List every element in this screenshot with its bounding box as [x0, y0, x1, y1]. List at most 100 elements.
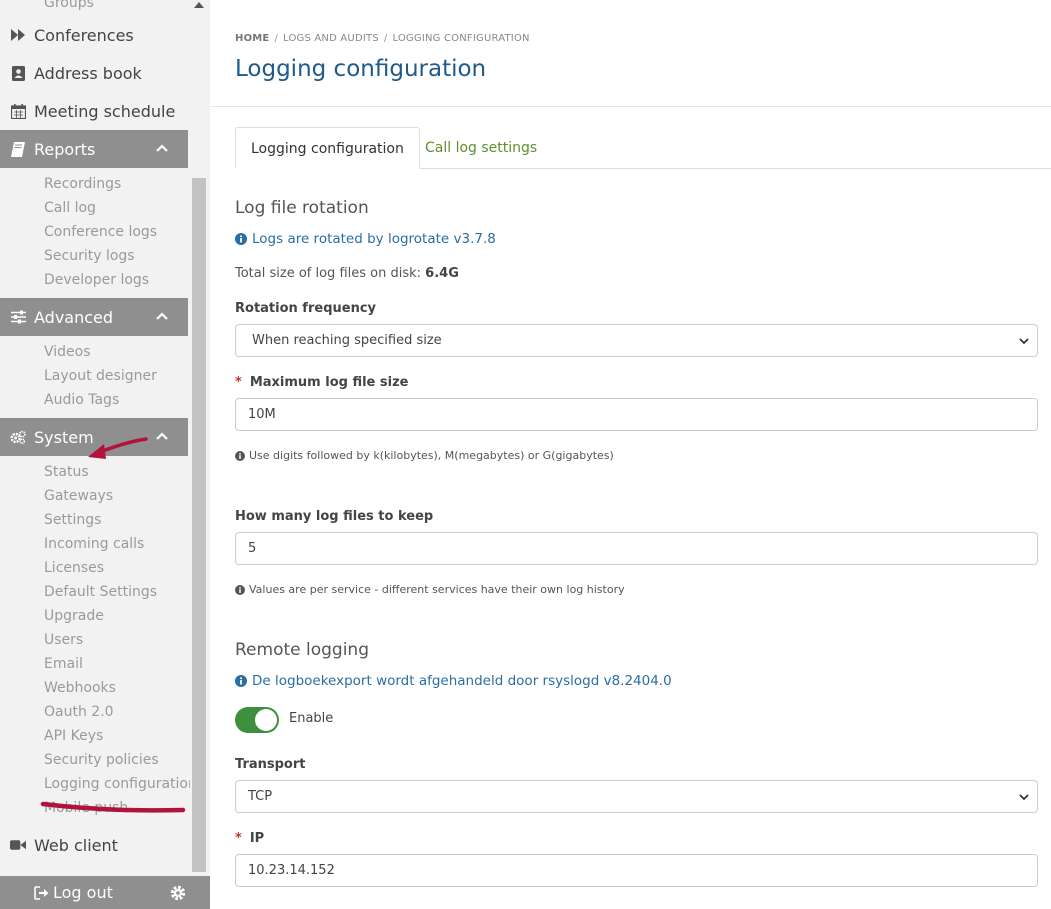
book-icon	[10, 141, 26, 157]
sidebar-item-label: Address book	[34, 63, 142, 83]
calendar-icon	[10, 103, 26, 119]
system-submenu: Status Gateways Settings Incoming calls …	[0, 456, 197, 826]
sidebar-section-label: System	[34, 427, 94, 447]
rsyslog-info-link[interactable]: De logboekexport wordt afgehandeld door …	[235, 673, 672, 689]
logout-bar: Log out	[0, 876, 210, 909]
log-files-keep-input[interactable]: 5	[235, 532, 1038, 565]
max-log-size-label-text: Maximum log file size	[249, 375, 409, 390]
chevron-up-icon	[156, 312, 168, 320]
transport-value: TCP	[248, 789, 273, 804]
scroll-up-arrow-icon[interactable]	[194, 0, 204, 10]
sidebar-item-meeting-schedule[interactable]: Meeting schedule	[0, 92, 188, 130]
info-circle-icon	[235, 675, 247, 687]
section-title-remote-logging: Remote logging	[235, 640, 369, 660]
logout-label: Log out	[53, 883, 113, 902]
sidebar-item-label: Meeting schedule	[34, 101, 176, 121]
tab-call-log-settings[interactable]: Call log settings	[410, 127, 552, 169]
ip-label-text: IP	[249, 831, 265, 846]
sidebar-item-upgrade[interactable]: Upgrade	[0, 604, 188, 628]
sidebar-section-advanced[interactable]: Advanced	[0, 298, 188, 336]
chevron-up-icon	[156, 144, 168, 152]
breadcrumb-logs-and-audits[interactable]: LOGS AND AUDITS	[283, 33, 379, 44]
remote-logging-toggle[interactable]	[235, 707, 279, 733]
advanced-submenu: Videos Layout designer Audio Tags	[0, 336, 188, 418]
sidebar-item-settings[interactable]: Settings	[0, 508, 188, 532]
sidebar-nav: Groups Conferences Address book Meeting …	[0, 0, 197, 864]
max-log-size-label: * Maximum log file size	[235, 375, 408, 390]
toggle-knob	[255, 709, 277, 731]
sidebar-item-users[interactable]: Users	[0, 628, 188, 652]
sidebar-item-security-policies[interactable]: Security policies	[0, 748, 188, 772]
sidebar-item-api-keys[interactable]: API Keys	[0, 724, 188, 748]
tab-bar: Logging configuration Call log settings	[235, 127, 1051, 169]
sidebar-item-licenses[interactable]: Licenses	[0, 556, 188, 580]
sidebar-item-layout-designer[interactable]: Layout designer	[0, 364, 188, 388]
logrotate-info-text: Logs are rotated by logrotate v3.7.8	[252, 231, 496, 247]
transport-label: Transport	[235, 757, 306, 772]
logout-button[interactable]: Log out	[34, 883, 113, 902]
breadcrumb: HOME / LOGS AND AUDITS / LOGGING CONFIGURATI…	[235, 33, 530, 44]
annotation-arrow	[88, 437, 148, 459]
sign-out-icon	[34, 885, 49, 900]
sidebar-section-label: Reports	[34, 139, 96, 159]
total-size-value: 6.4G	[425, 266, 459, 281]
rsyslog-info-text: De logboekexport wordt afgehandeld door …	[252, 673, 672, 689]
video-camera-icon	[10, 837, 26, 853]
max-log-size-input[interactable]: 10M	[235, 398, 1038, 431]
max-log-size-help-text: Use digits followed by k(kilobytes), M(m…	[249, 449, 614, 462]
sidebar-item-label: Conferences	[34, 25, 134, 45]
log-files-keep-help: Values are per service - different servi…	[235, 583, 625, 596]
sidebar-item-oauth[interactable]: Oauth 2.0	[0, 700, 188, 724]
rotation-frequency-label: Rotation frequency	[235, 301, 377, 316]
sidebar-item-gateways[interactable]: Gateways	[0, 484, 188, 508]
info-circle-icon	[235, 450, 245, 461]
sidebar-item-security-logs[interactable]: Security logs	[0, 244, 188, 268]
sidebar-item-logging-configuration[interactable]: Logging configuration	[0, 772, 197, 796]
ip-input[interactable]: 10.23.14.152	[235, 854, 1038, 887]
sidebar-item-incoming-calls[interactable]: Incoming calls	[0, 532, 188, 556]
breadcrumb-current: LOGGING CONFIGURATION	[392, 33, 530, 44]
logrotate-info-link[interactable]: Logs are rotated by logrotate v3.7.8	[235, 231, 496, 247]
forward-icon	[10, 27, 26, 43]
sidebar-item-webhooks[interactable]: Webhooks	[0, 676, 188, 700]
sidebar-item-email[interactable]: Email	[0, 652, 188, 676]
chevron-down-icon	[1019, 338, 1029, 345]
gear-icon[interactable]	[170, 885, 186, 901]
address-book-icon	[10, 65, 26, 81]
sidebar-item-audio-tags[interactable]: Audio Tags	[0, 388, 188, 412]
sidebar-item-default-settings[interactable]: Default Settings	[0, 580, 188, 604]
rotation-frequency-value: When reaching specified size	[252, 333, 442, 348]
log-files-keep-help-text: Values are per service - different servi…	[249, 583, 625, 596]
sidebar-item-developer-logs[interactable]: Developer logs	[0, 268, 188, 292]
sidebar-item-call-log[interactable]: Call log	[0, 196, 188, 220]
sidebar-item-label: Web client	[34, 835, 118, 855]
breadcrumb-separator: /	[274, 33, 279, 44]
transport-select[interactable]: TCP	[235, 780, 1038, 813]
sidebar-item-conference-logs[interactable]: Conference logs	[0, 220, 188, 244]
max-log-size-help: Use digits followed by k(kilobytes), M(m…	[235, 449, 614, 462]
gears-icon	[10, 429, 26, 445]
log-files-keep-label: How many log files to keep	[235, 509, 434, 524]
chevron-up-icon	[156, 432, 168, 440]
scrollbar-thumb[interactable]	[192, 178, 206, 872]
info-circle-icon	[235, 584, 245, 595]
total-size-text: Total size of log files on disk: 6.4G	[235, 266, 459, 281]
main-content: HOME / LOGS AND AUDITS / LOGGING CONFIGURATI…	[210, 0, 1051, 909]
sidebar-section-reports[interactable]: Reports	[0, 130, 188, 168]
sidebar-item-videos[interactable]: Videos	[0, 340, 188, 364]
sidebar-item-conferences[interactable]: Conferences	[0, 16, 188, 54]
sidebar-item-recordings[interactable]: Recordings	[0, 172, 188, 196]
sidebar-item-groups[interactable]: Groups	[0, 0, 188, 14]
rotation-frequency-select[interactable]: When reaching specified size	[235, 324, 1038, 357]
reports-submenu: Recordings Call log Conference logs Secu…	[0, 168, 188, 298]
sidebar-item-address-book[interactable]: Address book	[0, 54, 188, 92]
ip-label: * IP	[235, 831, 264, 846]
tab-logging-configuration[interactable]: Logging configuration	[235, 127, 420, 169]
remote-logging-enable-label: Enable	[289, 711, 334, 726]
breadcrumb-home[interactable]: HOME	[235, 33, 269, 44]
section-title-log-rotation: Log file rotation	[235, 198, 369, 218]
sidebar-scrollbar[interactable]	[190, 0, 208, 872]
sidebar-item-status[interactable]: Status	[0, 460, 188, 484]
sidebar-item-web-client[interactable]: Web client	[0, 826, 188, 864]
info-circle-icon	[235, 233, 247, 245]
